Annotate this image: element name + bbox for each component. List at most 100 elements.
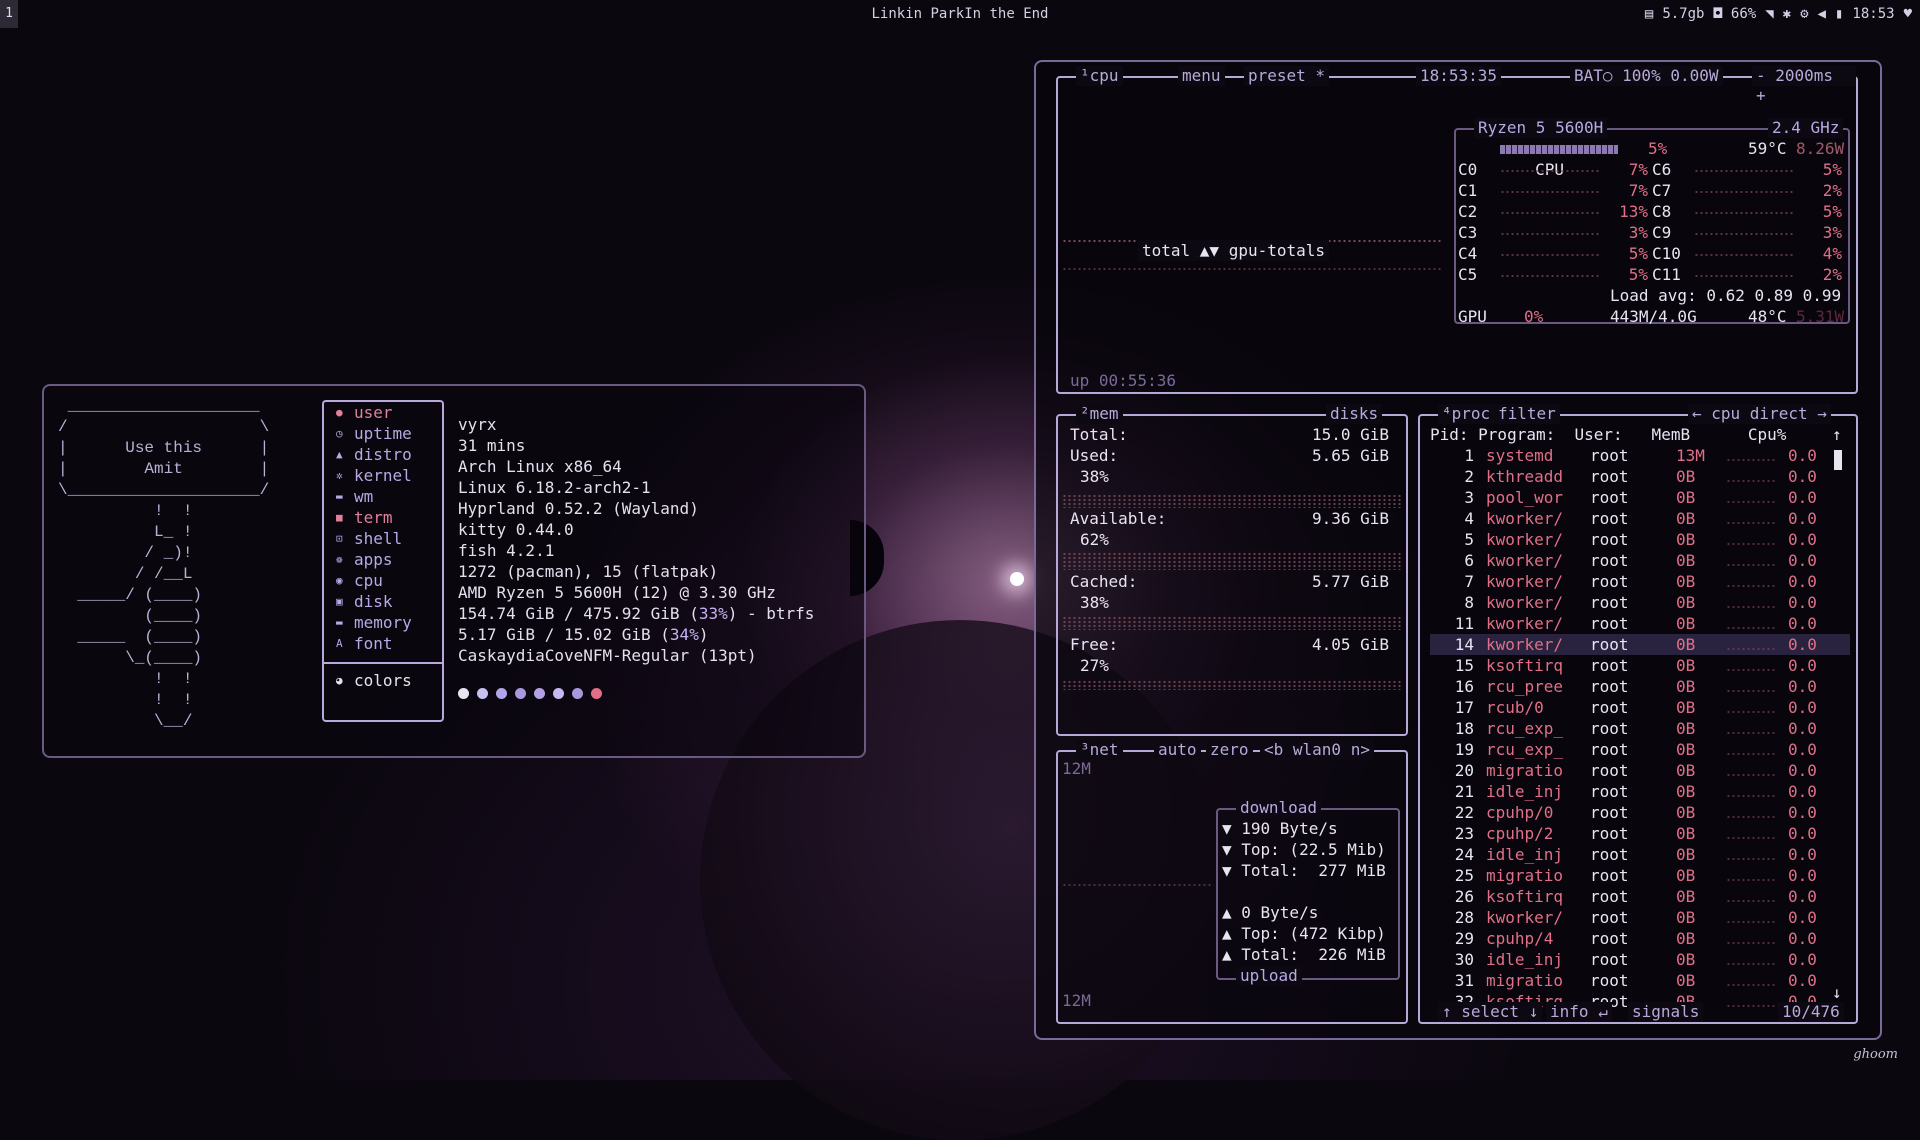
- font-icon: A: [336, 637, 343, 650]
- proc-row[interactable]: 20 migratio root 0B 0.0: [1430, 760, 1850, 781]
- proc-row[interactable]: 26 ksoftirq root 0B 0.0: [1430, 886, 1850, 907]
- value-uptime: 31 mins: [458, 436, 526, 455]
- net-zero-button[interactable]: zero: [1206, 740, 1253, 760]
- memory-icon: ▬: [336, 616, 343, 629]
- proc-row[interactable]: 24 idle_inj root 0B 0.0: [1430, 844, 1850, 865]
- core-bar: [1694, 231, 1794, 236]
- volume-icon[interactable]: ◀: [1818, 0, 1826, 28]
- proc-row[interactable]: 5 kworker/root 0B 0.0: [1430, 529, 1850, 550]
- proc-cpu-graph: [1726, 604, 1776, 608]
- proc-row[interactable]: 31 migratio root 0B 0.0: [1430, 970, 1850, 991]
- proc-program: idle_inj: [1486, 950, 1564, 969]
- info-labels: ● user ◷ uptime ▲ distro ✲ kernel ▬ wm ■ term …: [322, 400, 444, 722]
- upload-title: upload: [1236, 966, 1302, 986]
- proc-pid: 29: [1454, 929, 1474, 948]
- cpu-temp: 59°C: [1748, 139, 1787, 158]
- update-interval[interactable]: - 2000ms +: [1752, 66, 1856, 105]
- proc-tab[interactable]: ⁴proc: [1438, 404, 1495, 424]
- info-hint[interactable]: info ↵: [1546, 1002, 1612, 1022]
- divider: [324, 662, 442, 664]
- core-pct: 2%: [1822, 181, 1842, 200]
- proc-cpu-graph: [1726, 688, 1776, 692]
- proc-row[interactable]: 30 idle_inj root 0B 0.0: [1430, 949, 1850, 970]
- proc-row[interactable]: 17 rcub/0 root 0B 0.0: [1430, 697, 1850, 718]
- label-memory: ▬ memory: [336, 613, 412, 632]
- proc-mem: 0B: [1676, 488, 1696, 507]
- mem-free-pct: 27%: [1080, 656, 1109, 675]
- proc-row[interactable]: 21 idle_inj root 0B 0.0: [1430, 781, 1850, 802]
- proc-user: root: [1590, 656, 1629, 675]
- fastfetch-window[interactable]: ____________________ / \ | Use this | | …: [42, 384, 866, 758]
- proc-user: root: [1590, 446, 1629, 465]
- proc-row[interactable]: 23 cpuhp/2 root 0B 0.0: [1430, 823, 1850, 844]
- proc-box: ⁴proc filter ← cpu direct → Pid: Program…: [1418, 404, 1858, 1024]
- proc-row[interactable]: 11 kworker/root 0B 0.0: [1430, 613, 1850, 634]
- cpu-tab[interactable]: ¹cpu: [1076, 66, 1123, 86]
- proc-mem: 0B: [1676, 908, 1696, 927]
- proc-row[interactable]: 28 kworker/root 0B 0.0: [1430, 907, 1850, 928]
- proc-cpu-graph: [1726, 709, 1776, 713]
- net-tab[interactable]: ³net: [1076, 740, 1123, 760]
- proc-row[interactable]: 16 rcu_pree root 0B 0.0: [1430, 676, 1850, 697]
- proc-mem: 0B: [1676, 614, 1696, 633]
- net-box: ³net auto zero <b wlan0 n> 12M 12M downl…: [1056, 740, 1408, 1024]
- proc-program: migratio: [1486, 971, 1564, 990]
- proc-user: root: [1590, 740, 1629, 759]
- proc-scroll-up-icon[interactable]: ↑: [1832, 424, 1842, 445]
- value-apps: 1272 (pacman), 15 (flatpak): [458, 562, 719, 581]
- wifi-icon[interactable]: ◥: [1765, 0, 1773, 28]
- proc-row[interactable]: 1 systemd root 13M 0.0: [1430, 445, 1850, 466]
- proc-user: root: [1590, 677, 1629, 696]
- proc-row[interactable]: 4 kworker/root 0B 0.0: [1430, 508, 1850, 529]
- net-scale-top: 12M: [1062, 759, 1091, 778]
- bluetooth-icon[interactable]: ✱: [1783, 0, 1791, 28]
- select-hint[interactable]: ↑ select ↓: [1438, 1002, 1543, 1022]
- proc-program: cpuhp/4: [1486, 929, 1554, 948]
- notification-icon[interactable]: ♥: [1904, 0, 1912, 28]
- proc-row[interactable]: 15 ksoftirq root 0B 0.0: [1430, 655, 1850, 676]
- cpu-frequency: 2.4 GHz: [1768, 118, 1844, 138]
- proc-program: kworker/: [1486, 572, 1564, 591]
- proc-cpu: 0.0: [1788, 467, 1817, 486]
- core-pct: 5%: [1628, 244, 1648, 263]
- clock-icon: ◷: [336, 427, 343, 440]
- proc-row[interactable]: 3 pool_wor root 0B 0.0: [1430, 487, 1850, 508]
- proc-row[interactable]: 22 cpuhp/0 root 0B 0.0: [1430, 802, 1850, 823]
- proc-row[interactable]: 8 kworker/root 0B 0.0: [1430, 592, 1850, 613]
- proc-program: kworker/: [1486, 530, 1564, 549]
- proc-row[interactable]: 7 kworker/root 0B 0.0: [1430, 571, 1850, 592]
- proc-pid: 16: [1454, 677, 1474, 696]
- mem-tab[interactable]: ²mem: [1076, 404, 1123, 424]
- core-bar: [1500, 252, 1600, 257]
- settings-icon[interactable]: ⚙: [1800, 0, 1808, 28]
- proc-count: 10/476: [1778, 1002, 1844, 1022]
- proc-column-headers[interactable]: Pid: Program: User: MemB Cpu%: [1430, 424, 1850, 445]
- mem-used-graph: [1062, 494, 1402, 508]
- proc-row[interactable]: 25 migratio root 0B 0.0: [1430, 865, 1850, 886]
- apps-icon: ❁: [336, 553, 343, 566]
- btop-window[interactable]: ¹cpu menu preset * 18:53:35 BAT○ 100% 0.…: [1034, 60, 1882, 1040]
- proc-pid: 30: [1454, 950, 1474, 969]
- net-auto-button[interactable]: auto: [1154, 740, 1201, 760]
- proc-row[interactable]: 29 cpuhp/4 root 0B 0.0: [1430, 928, 1850, 949]
- disks-tab[interactable]: disks: [1326, 404, 1383, 424]
- proc-pid: 3: [1464, 488, 1474, 507]
- gpu-temp: 48°C: [1748, 307, 1787, 326]
- palette-swatch: [496, 688, 507, 699]
- cpu-detail-box: Ryzen 5 5600H 2.4 GHz CPU 5% 59°C 8.26W …: [1454, 118, 1850, 326]
- proc-row[interactable]: 19 rcu_exp_ root 0B 0.0: [1430, 739, 1850, 760]
- menu-button[interactable]: menu: [1178, 66, 1225, 86]
- proc-mem: 0B: [1676, 845, 1696, 864]
- net-interface-selector[interactable]: <b wlan0 n>: [1260, 740, 1374, 760]
- mem-available-graph: [1062, 552, 1402, 570]
- preset-button[interactable]: preset *: [1244, 66, 1330, 86]
- filter-button[interactable]: filter: [1494, 404, 1560, 424]
- proc-row[interactable]: 18 rcu_exp_ root 0B 0.0: [1430, 718, 1850, 739]
- proc-row[interactable]: 2 kthreadd root 0B 0.0: [1430, 466, 1850, 487]
- core-label: C2: [1458, 202, 1478, 221]
- proc-row[interactable]: 14 kworker/root 0B 0.0: [1430, 634, 1850, 655]
- signals-hint[interactable]: signals: [1628, 1002, 1704, 1022]
- palette-swatch: [553, 688, 564, 699]
- sort-selector[interactable]: ← cpu direct →: [1688, 404, 1831, 424]
- proc-row[interactable]: 6 kworker/root 0B 0.0: [1430, 550, 1850, 571]
